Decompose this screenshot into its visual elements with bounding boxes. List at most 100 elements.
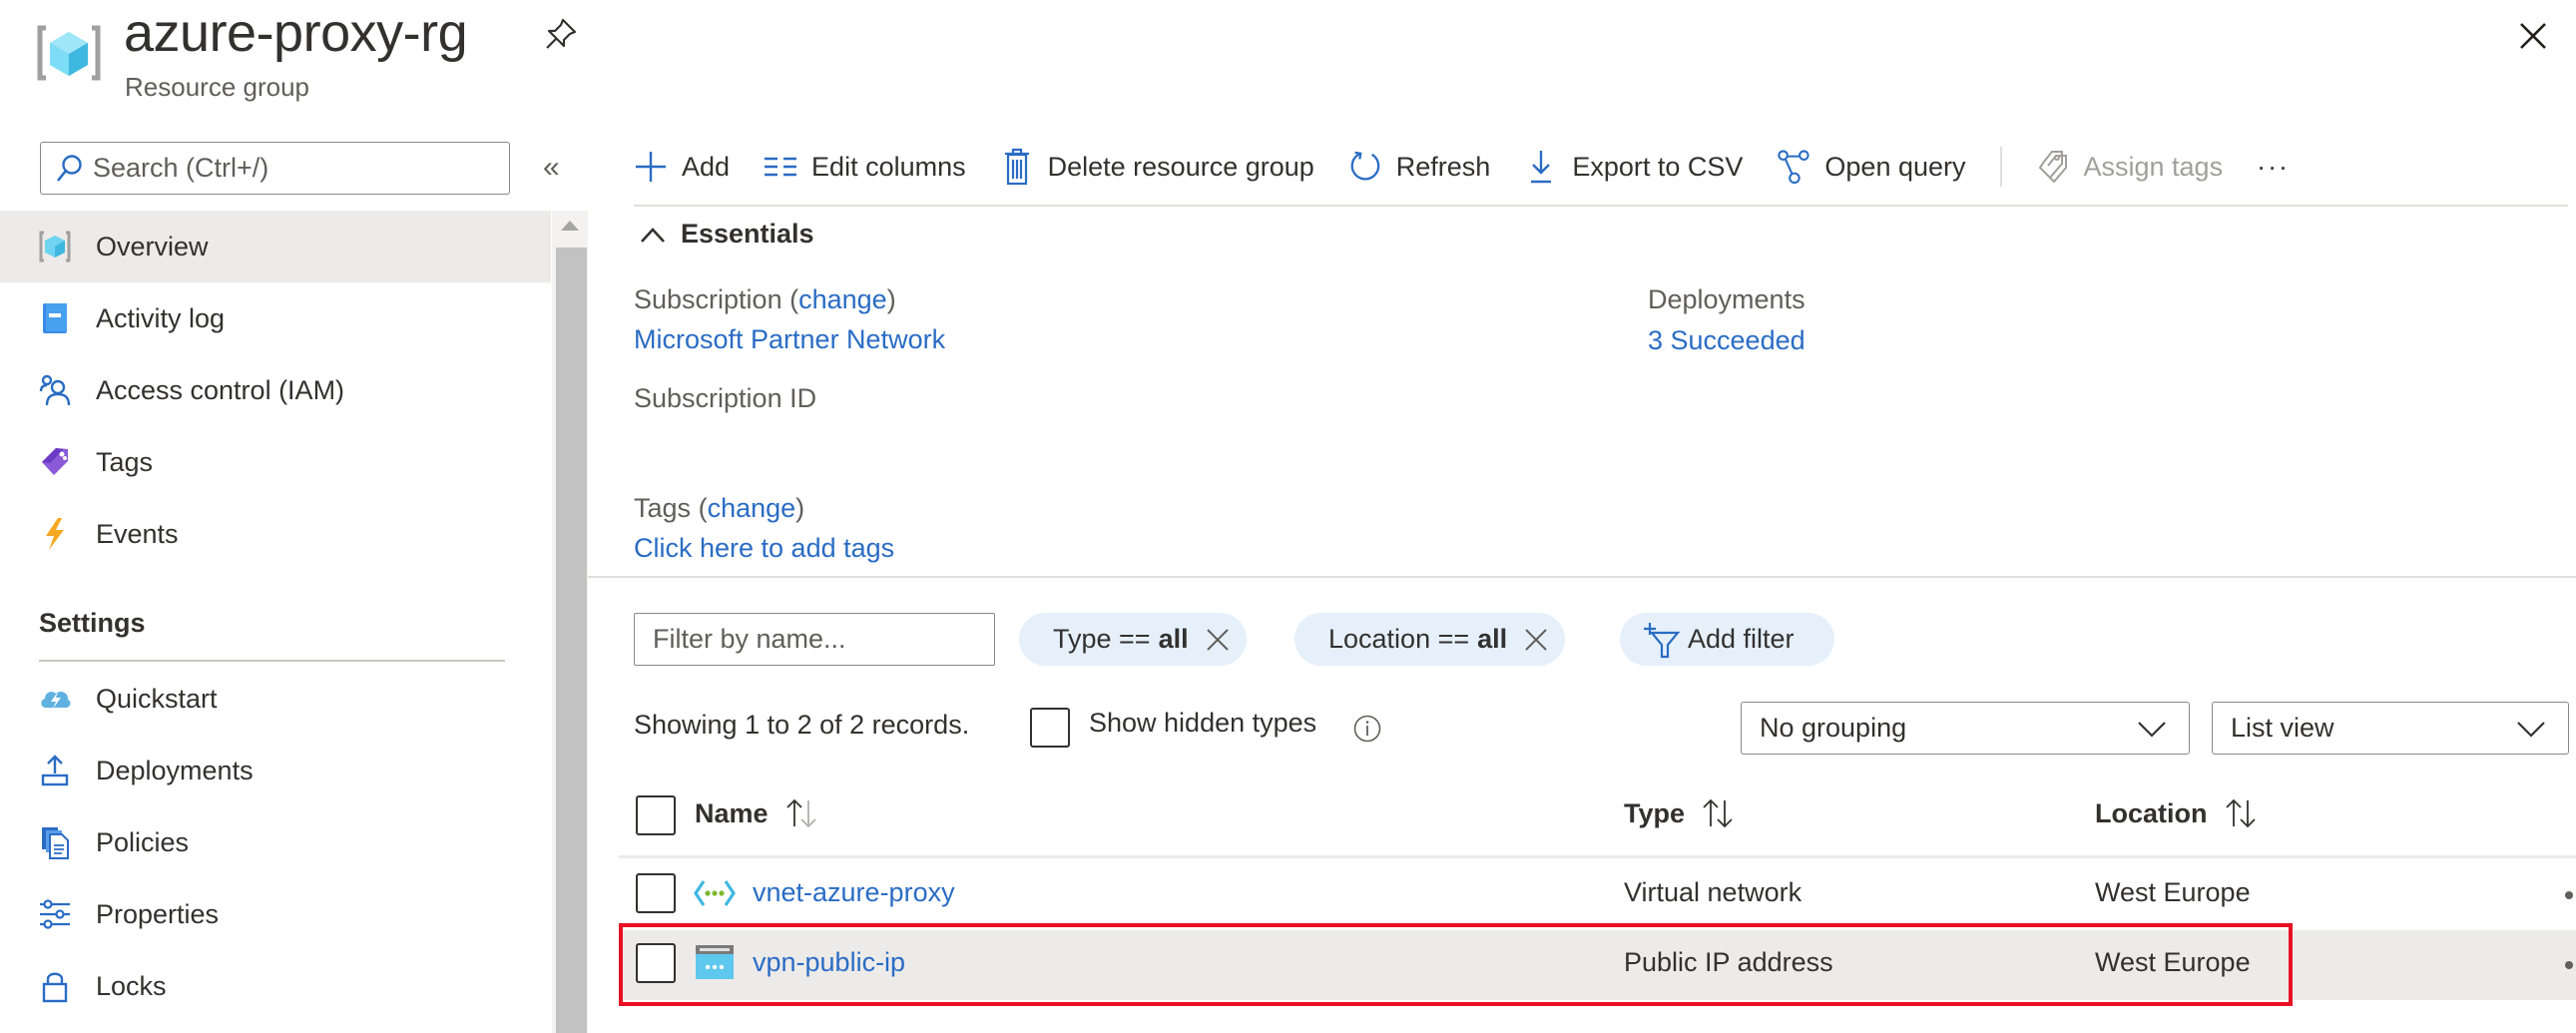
search-input[interactable] <box>93 153 492 184</box>
toolbar-separator <box>1999 147 2002 187</box>
assign-tags-button[interactable]: Assign tags <box>2036 150 2224 184</box>
edit-columns-label: Edit columns <box>811 151 966 182</box>
chevron-down-icon <box>2137 720 2167 738</box>
remove-type-filter-icon[interactable] <box>1205 627 1231 653</box>
trash-icon <box>1000 148 1034 186</box>
essentials-divider <box>588 576 2576 578</box>
more-actions-button[interactable]: ··· <box>2257 152 2290 183</box>
add-tags-link[interactable]: Click here to add tags <box>634 533 894 564</box>
add-button[interactable]: Add <box>634 150 730 184</box>
sliders-icon <box>38 897 72 931</box>
edit-columns-button[interactable]: Edit columns <box>764 150 966 184</box>
table-row[interactable]: vnet-azure-proxy Virtual network West Eu… <box>619 860 2576 930</box>
query-graph-icon <box>1777 150 1810 185</box>
scroll-up-arrow-icon[interactable] <box>552 211 588 241</box>
sidebar-item-properties[interactable]: Properties <box>0 878 551 950</box>
sidebar-item-label: Activity log <box>96 302 226 333</box>
page-title: azure-proxy-rg <box>124 3 468 63</box>
chevron-down-icon <box>2516 720 2546 738</box>
sidebar-item-activity-log[interactable]: Activity log <box>0 282 551 354</box>
sidebar-item-access-control[interactable]: Access control (IAM) <box>0 354 551 426</box>
sidebar-scroll-thumb[interactable] <box>556 248 587 1033</box>
collapse-sidebar-button[interactable]: « <box>543 150 567 186</box>
download-icon <box>1524 150 1558 184</box>
refresh-button[interactable]: Refresh <box>1348 150 1491 184</box>
type-filter-pill[interactable]: Type == all <box>1019 613 1247 666</box>
assign-tags-label: Assign tags <box>2083 151 2224 182</box>
export-csv-label: Export to CSV <box>1572 151 1744 182</box>
toolbar-divider <box>634 205 2568 207</box>
column-header-type[interactable]: Type <box>1624 796 1737 830</box>
deployments-label: Deployments <box>1648 284 1805 314</box>
sort-icon <box>2222 796 2260 830</box>
refresh-label: Refresh <box>1395 151 1491 182</box>
chevron-up-icon <box>639 225 667 245</box>
page-subtitle: Resource group <box>125 72 309 102</box>
sidebar-item-quickstart[interactable]: Quickstart <box>0 663 551 735</box>
row-checkbox[interactable] <box>636 873 676 913</box>
table-header-divider <box>619 855 2576 858</box>
columns-icon <box>764 150 797 184</box>
sort-icon <box>1699 796 1737 830</box>
row-more-actions-icon[interactable] <box>2565 891 2573 899</box>
close-icon[interactable] <box>2515 18 2551 54</box>
sidebar-item-events[interactable]: Events <box>0 498 551 570</box>
select-all-checkbox[interactable] <box>636 795 676 835</box>
sidebar-item-label: Locks <box>96 970 167 1001</box>
column-header-location[interactable]: Location <box>2095 796 2260 830</box>
policy-document-icon <box>38 825 72 859</box>
cloud-lightning-icon <box>38 682 72 716</box>
deployments-value-link[interactable]: 3 Succeeded <box>1648 325 1805 356</box>
sidebar-item-label: Access control (IAM) <box>96 374 345 405</box>
highlight-annotation-box <box>619 923 2293 1006</box>
sidebar-item-tags[interactable]: Tags <box>0 426 551 498</box>
essentials-toggle[interactable]: Essentials <box>639 219 814 250</box>
iam-people-icon <box>38 373 72 407</box>
filter-by-name-input[interactable] <box>634 613 995 666</box>
sidebar-item-label: Properties <box>96 898 220 929</box>
show-hidden-types-checkbox[interactable] <box>1030 708 1070 748</box>
settings-section-heading: Settings <box>39 608 146 638</box>
sidebar-search[interactable] <box>40 142 510 195</box>
add-filter-button[interactable]: Add filter <box>1620 613 1834 666</box>
sidebar-item-locks[interactable]: Locks <box>0 950 551 1022</box>
essentials-label: Essentials <box>681 219 814 249</box>
column-header-name[interactable]: Name <box>695 796 820 830</box>
sidebar-item-label: Quickstart <box>96 683 218 714</box>
export-csv-button[interactable]: Export to CSV <box>1524 150 1743 184</box>
sidebar-item-policies[interactable]: Policies <box>0 806 551 878</box>
command-bar: Add Edit columns Delete resource group R… <box>634 140 2323 194</box>
sidebar-item-label: Overview <box>96 231 209 261</box>
lock-icon <box>38 969 72 1003</box>
resource-location: West Europe <box>2095 877 2251 907</box>
tags-icon <box>2036 150 2070 184</box>
resource-group-icon <box>36 22 102 84</box>
subscription-change-link[interactable]: change <box>798 284 887 314</box>
sort-icon <box>782 796 820 830</box>
delete-resource-group-button[interactable]: Delete resource group <box>1000 148 1314 186</box>
subscription-value-link[interactable]: Microsoft Partner Network <box>634 324 945 355</box>
row-more-actions-icon[interactable] <box>2565 961 2573 969</box>
grouping-dropdown[interactable]: No grouping <box>1741 702 2190 755</box>
view-dropdown[interactable]: List view <box>2212 702 2569 755</box>
subscription-label: Subscription (change) <box>634 284 896 314</box>
delete-resource-group-label: Delete resource group <box>1047 151 1314 182</box>
add-label: Add <box>682 151 731 182</box>
location-filter-pill[interactable]: Location == all <box>1294 613 1566 666</box>
sidebar-item-label: Tags <box>96 446 154 477</box>
info-icon[interactable] <box>1352 714 1382 744</box>
resource-name-link[interactable]: vnet-azure-proxy <box>753 877 955 908</box>
remove-location-filter-icon[interactable] <box>1523 627 1549 653</box>
sidebar-item-label: Policies <box>96 826 190 857</box>
activity-log-icon <box>38 301 72 335</box>
sidebar-item-deployments[interactable]: Deployments <box>0 735 551 806</box>
sidebar-item-label: Events <box>96 518 179 549</box>
open-query-button[interactable]: Open query <box>1777 150 1966 185</box>
add-filter-icon <box>1644 621 1680 659</box>
tag-icon <box>38 445 72 479</box>
sidebar-item-overview[interactable]: Overview <box>0 211 551 282</box>
open-query-label: Open query <box>1824 151 1966 182</box>
tags-change-link[interactable]: change <box>708 493 796 523</box>
subscription-id-label: Subscription ID <box>634 383 817 413</box>
pin-icon[interactable] <box>543 16 579 52</box>
